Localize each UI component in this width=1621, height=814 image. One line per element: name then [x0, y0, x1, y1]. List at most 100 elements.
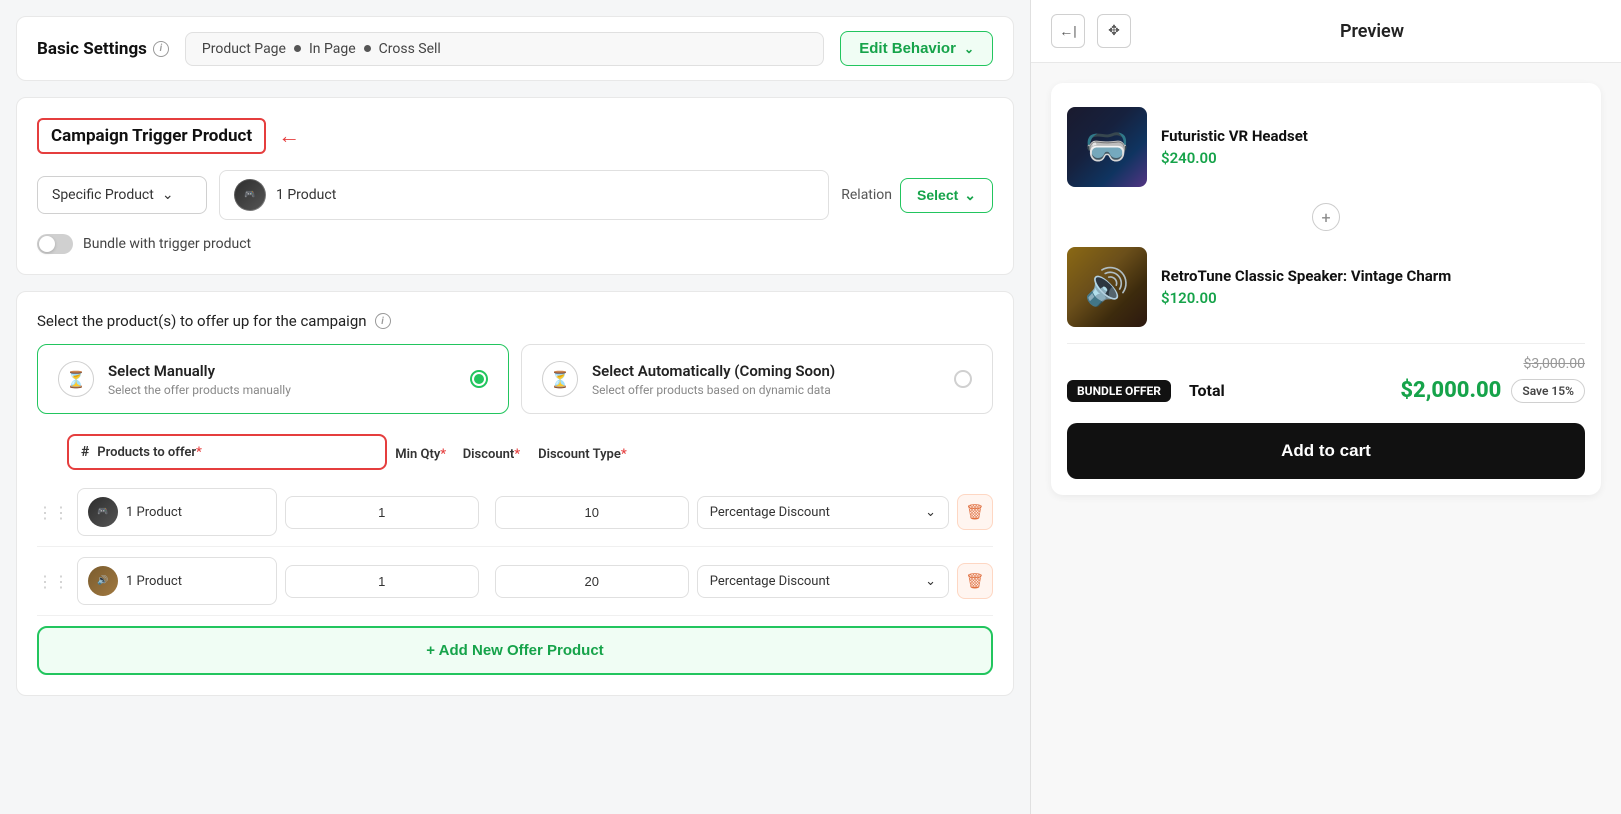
- plus-divider: +: [1067, 195, 1585, 239]
- product-avatar-1: 🎮: [88, 497, 118, 527]
- trigger-row: Specific Product ⌄ 🎮 1 Product Relation …: [37, 170, 993, 220]
- left-panel: Basic Settings i Product Page In Page Cr…: [0, 0, 1030, 814]
- basic-settings-title: Basic Settings i: [37, 39, 169, 59]
- delete-row-1-button[interactable]: 🗑: [957, 494, 993, 530]
- product-field-2[interactable]: 🔊 1 Product: [77, 557, 277, 605]
- vr-icon: 🥽: [1085, 126, 1130, 168]
- manual-card-text: Select Manually Select the offer product…: [108, 362, 456, 397]
- collapse-preview-button[interactable]: ←|: [1051, 14, 1085, 48]
- relation-select-button[interactable]: Select ⌄: [900, 178, 993, 213]
- preview-product-name-2: RetroTune Classic Speaker: Vintage Charm: [1161, 267, 1585, 285]
- table-row: ⋮⋮ 🎮 1 Product Percentage Discount ⌄ 🗑: [37, 478, 993, 547]
- products-table-header: # Products to offer*: [67, 434, 387, 470]
- preview-product-row-2: 🔊 RetroTune Classic Speaker: Vintage Cha…: [1067, 239, 1585, 335]
- total-label: Total: [1189, 381, 1225, 400]
- relation-chevron-icon: ⌄: [964, 187, 976, 204]
- edit-behavior-label: Edit Behavior: [859, 40, 956, 57]
- manual-card-icon: ⏳: [58, 361, 94, 397]
- selection-cards: ⏳ Select Manually Select the offer produ…: [37, 344, 993, 414]
- bundle-offer-badge: BUNDLE OFFER: [1067, 380, 1171, 402]
- manual-card-subtitle: Select the offer products manually: [108, 383, 456, 397]
- qty-input-1[interactable]: [285, 496, 479, 529]
- speaker-icon: 🔊: [1085, 266, 1130, 308]
- preview-product-price-2: $120.00: [1161, 289, 1585, 307]
- breadcrumb-page: Product Page: [202, 41, 286, 57]
- discount-input-1[interactable]: [495, 496, 689, 529]
- red-arrow-icon: ←: [278, 123, 300, 149]
- preview-product-img-2: 🔊: [1067, 247, 1147, 327]
- bundle-label: Bundle with trigger product: [83, 236, 251, 252]
- arrow-left-icon: ←|: [1059, 23, 1076, 40]
- disctype-chevron-icon-1: ⌄: [925, 505, 936, 520]
- breadcrumb-dot-2: [364, 45, 371, 52]
- drag-handle-icon[interactable]: ⋮⋮: [37, 572, 69, 591]
- campaign-trigger-section: Campaign Trigger Product ← Specific Prod…: [16, 97, 1014, 275]
- expand-icon: ✥: [1108, 23, 1120, 39]
- discount-type-1[interactable]: Percentage Discount ⌄: [697, 496, 949, 529]
- trigger-product-avatar: 🎮: [234, 179, 266, 211]
- preview-product-info-2: RetroTune Classic Speaker: Vintage Charm…: [1161, 267, 1585, 307]
- breadcrumb-type: Cross Sell: [379, 41, 441, 57]
- hash-col-header: #: [81, 444, 89, 460]
- breadcrumb: Product Page In Page Cross Sell: [185, 32, 824, 66]
- manual-card-title: Select Manually: [108, 362, 456, 380]
- discount-input-2[interactable]: [495, 565, 689, 598]
- preview-header: ←| ✥ Preview: [1031, 0, 1621, 63]
- campaign-trigger-title: Campaign Trigger Product: [37, 118, 266, 154]
- minqty-col-header: Min Qty*: [395, 447, 446, 462]
- manual-selection-card[interactable]: ⏳ Select Manually Select the offer produ…: [37, 344, 509, 414]
- add-to-cart-label: Add to cart: [1281, 441, 1371, 460]
- product-field-1[interactable]: 🎮 1 Product: [77, 488, 277, 536]
- radio-dot-inner: [474, 374, 484, 384]
- offer-info-icon: i: [375, 313, 391, 329]
- basic-settings-label: Basic Settings: [37, 39, 147, 59]
- relation-select-label: Select: [917, 187, 958, 203]
- discount-col-header: Discount*: [463, 447, 520, 462]
- product-label-2: 1 Product: [126, 574, 182, 589]
- edit-behavior-button[interactable]: Edit Behavior ⌄: [840, 31, 993, 66]
- trigger-product-pill[interactable]: 🎮 1 Product: [219, 170, 829, 220]
- preview-product-name-1: Futuristic VR Headset: [1161, 127, 1585, 145]
- auto-selection-card[interactable]: ⏳ Select Automatically (Coming Soon) Sel…: [521, 344, 993, 414]
- add-product-label: + Add New Offer Product: [426, 642, 603, 659]
- toggle-thumb: [39, 236, 55, 252]
- preview-product-row-1: 🥽 Futuristic VR Headset $240.00: [1067, 99, 1585, 195]
- trigger-product-count: 1 Product: [276, 187, 336, 203]
- add-offer-product-button[interactable]: + Add New Offer Product: [37, 626, 993, 675]
- drag-handle-icon[interactable]: ⋮⋮: [37, 503, 69, 522]
- auto-radio: [954, 370, 972, 388]
- manual-radio: [470, 370, 488, 388]
- discount-type-2[interactable]: Percentage Discount ⌄: [697, 565, 949, 598]
- table-row: ⋮⋮ 🔊 1 Product Percentage Discount ⌄ 🗑: [37, 547, 993, 616]
- avatar-vr-img: 🎮: [235, 180, 265, 210]
- header-bar: Basic Settings i Product Page In Page Cr…: [16, 16, 1014, 81]
- product-type-dropdown[interactable]: Specific Product ⌄: [37, 176, 207, 214]
- delete-row-2-button[interactable]: 🗑: [957, 563, 993, 599]
- bundle-toggle[interactable]: [37, 234, 73, 254]
- dropdown-chevron-icon: ⌄: [162, 187, 174, 203]
- original-price: $3,000.00: [1523, 356, 1585, 372]
- disctype-chevron-icon-2: ⌄: [925, 574, 936, 589]
- total-price: $2,000.00: [1400, 378, 1501, 403]
- offer-section-title: Select the product(s) to offer up for th…: [37, 312, 993, 330]
- qty-input-2[interactable]: [285, 565, 479, 598]
- preview-product-price-1: $240.00: [1161, 149, 1585, 167]
- preview-card: 🥽 Futuristic VR Headset $240.00 + 🔊 Retr…: [1051, 83, 1601, 495]
- bundle-toggle-row: Bundle with trigger product: [37, 234, 993, 254]
- campaign-trigger-header: Campaign Trigger Product ←: [37, 118, 993, 154]
- expand-preview-button[interactable]: ✥: [1097, 14, 1131, 48]
- relation-group: Relation Select ⌄: [841, 178, 993, 213]
- disctype-col-header: Discount Type*: [538, 447, 627, 462]
- chevron-up-icon: ⌄: [964, 42, 974, 56]
- preview-product-img-1: 🥽: [1067, 107, 1147, 187]
- product-label-1: 1 Product: [126, 505, 182, 520]
- auto-card-title: Select Automatically (Coming Soon): [592, 362, 940, 380]
- add-to-cart-button[interactable]: Add to cart: [1067, 423, 1585, 479]
- auto-card-text: Select Automatically (Coming Soon) Selec…: [592, 362, 940, 397]
- auto-card-subtitle: Select offer products based on dynamic d…: [592, 383, 940, 397]
- preview-product-info-1: Futuristic VR Headset $240.00: [1161, 127, 1585, 167]
- breadcrumb-dot-1: [294, 45, 301, 52]
- save-badge: Save 15%: [1511, 379, 1585, 403]
- price-row: BUNDLE OFFER Total $2,000.00 Save 15%: [1067, 378, 1585, 403]
- right-panel: ←| ✥ Preview 🥽 Futuristic VR Headset $24…: [1030, 0, 1621, 814]
